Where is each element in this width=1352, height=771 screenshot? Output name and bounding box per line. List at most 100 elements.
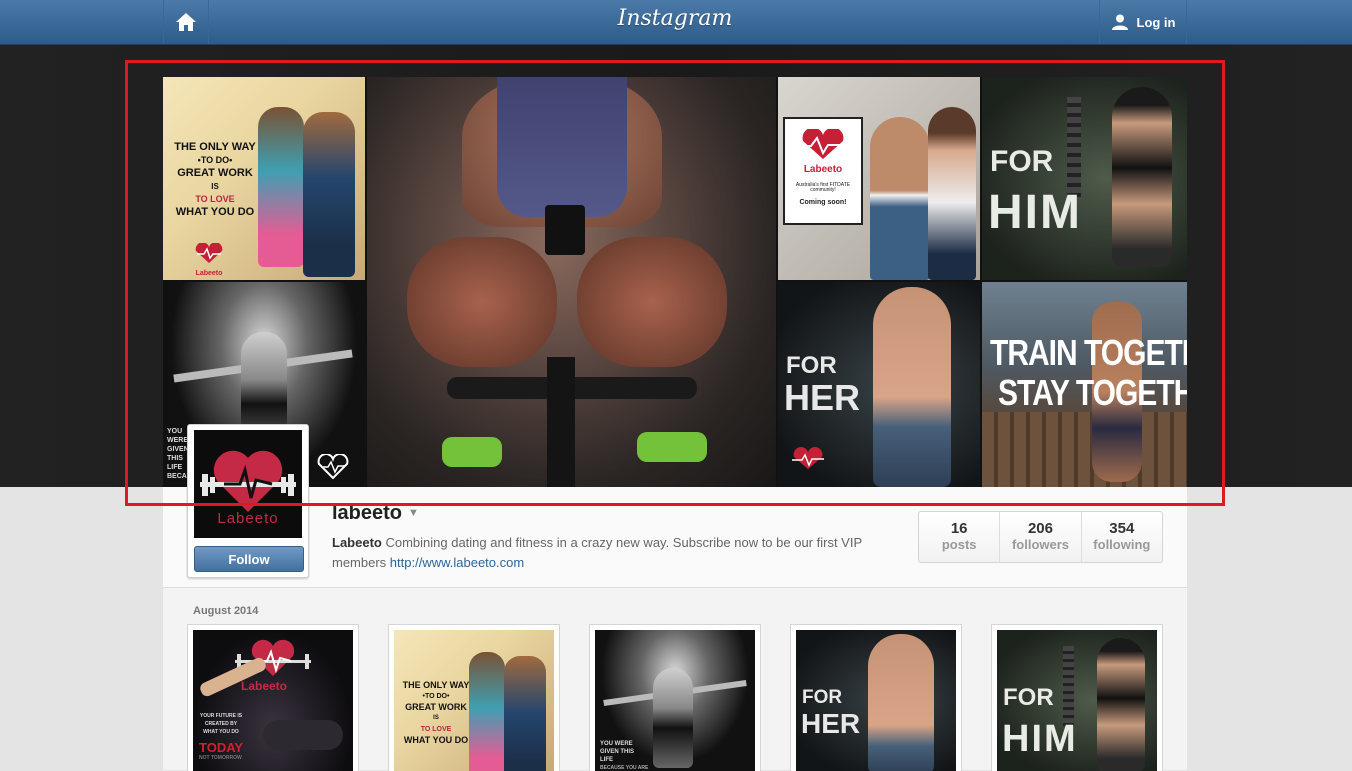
profile-bio: Labeeto Combining dating and fitness in … xyxy=(332,533,892,573)
profile-photo-mosaic: THE ONLY WAY •TO DO• GREAT WORK IS TO LO… xyxy=(163,77,1187,487)
login-button[interactable]: Log in xyxy=(1099,0,1187,44)
avatar[interactable]: Labeeto xyxy=(194,430,302,538)
quote-line-4: IS xyxy=(211,182,219,191)
coming-soon-text: Coming soon! xyxy=(799,199,847,206)
stat-followers[interactable]: 206 followers xyxy=(1000,512,1082,562)
instagram-logo[interactable]: Instagram xyxy=(163,6,1187,31)
thumb-quote-line-3: GREAT WORK xyxy=(405,702,467,712)
thumb-strength-text-2: BECAUSE YOU ARE xyxy=(600,765,649,771)
thumb-for-him-line1: FOR xyxy=(1003,684,1054,711)
stat-following-count: 354 xyxy=(1109,520,1135,537)
thumb-not-tomorrow: NOT TOMORROW xyxy=(199,755,242,761)
thumb-quote-line-6: WHAT YOU DO xyxy=(403,735,469,745)
thumbnail-image: FOR HER xyxy=(796,630,956,771)
coming-soon-tagline: Australia's first FITDATE community! xyxy=(795,182,851,193)
stat-following-label: following xyxy=(1093,537,1151,552)
chevron-down-icon[interactable]: ▼ xyxy=(408,507,419,519)
bio-link[interactable]: http://www.labeeto.com xyxy=(390,555,524,570)
photo-deck xyxy=(982,412,1187,487)
thumbnail-image: YOU WERE GIVEN THIS LIFE BECAUSE YOU ARE xyxy=(595,630,755,771)
mosaic-tile-gym-selfie[interactable] xyxy=(367,77,776,487)
photo-figure-woman xyxy=(258,107,304,267)
mosaic-tile-quote[interactable]: THE ONLY WAY •TO DO• GREAT WORK IS TO LO… xyxy=(163,77,365,280)
username-text: labeeto xyxy=(332,502,403,524)
profile-avatar-card: Labeeto Follow xyxy=(187,424,309,578)
stay-together-text: STAY TOGETHER xyxy=(998,373,1187,414)
thumbnail-image: Labeeto YOUR FUTURE IS CREATED BY WHAT Y… xyxy=(193,630,353,771)
mosaic-tile-for-him[interactable]: FOR HIM xyxy=(982,77,1187,280)
strength-quote: YOU WERE GIVEN THIS LIFE BECAUSE YOU ARE… xyxy=(167,428,189,480)
photo-bench-post xyxy=(547,357,575,487)
feed-thumbnail[interactable]: FOR HIM xyxy=(991,624,1163,771)
photo-figure-man xyxy=(504,656,546,771)
stat-followers-label: followers xyxy=(1011,537,1070,552)
quote-text: THE ONLY WAY •TO DO• GREAT WORK IS TO LO… xyxy=(167,141,263,219)
thumb-quote-line-1: THE ONLY WAY xyxy=(402,680,470,690)
feed-month-heading: August 2014 xyxy=(193,605,259,617)
feed-thumbnail[interactable]: Labeeto YOUR FUTURE IS CREATED BY WHAT Y… xyxy=(187,624,359,771)
heart-icon xyxy=(797,129,849,159)
photo-figure-man xyxy=(873,287,951,487)
stat-followers-count: 206 xyxy=(1027,520,1053,537)
labeeto-small-text: Labeeto xyxy=(195,270,223,277)
stat-posts-count: 16 xyxy=(950,520,968,537)
coming-soon-brand: Labeeto xyxy=(803,164,843,175)
photo-tanktop xyxy=(497,77,627,217)
top-navigation-bar: Instagram Log in xyxy=(0,0,1352,45)
login-label: Log in xyxy=(1136,14,1176,30)
stat-posts-label: posts xyxy=(941,537,977,552)
feed-thumbnail[interactable]: THE ONLY WAY •TO DO• GREAT WORK IS TO LO… xyxy=(388,624,560,771)
quote-line-2: •TO DO• xyxy=(197,155,233,165)
heart-icon xyxy=(195,242,223,263)
photo-chain xyxy=(1067,97,1081,197)
bio-name: Labeeto xyxy=(332,535,382,550)
thumb-quote: YOUR FUTURE IS CREATED BY WHAT YOU DO xyxy=(199,713,243,735)
photo-figure-man xyxy=(870,117,930,280)
labeeto-heart-icon xyxy=(792,447,824,469)
stat-following[interactable]: 354 following xyxy=(1082,512,1162,562)
profile-username[interactable]: labeeto ▼ xyxy=(332,502,419,525)
thumbnail-image: THE ONLY WAY •TO DO• GREAT WORK IS TO LO… xyxy=(394,630,554,771)
thumb-for-her-line2: HER xyxy=(801,708,861,739)
profile-stats: 16 posts 206 followers 354 following xyxy=(918,511,1163,563)
photo-figure xyxy=(263,720,343,750)
thumb-brand: Labeeto xyxy=(241,679,288,693)
thumb-quote-text: THE ONLY WAY •TO DO• GREAT WORK IS TO LO… xyxy=(396,680,476,746)
photo-figure-woman xyxy=(928,107,976,280)
photo-right-leg xyxy=(577,237,727,367)
mosaic-tile-for-her[interactable]: FOR HER xyxy=(778,282,980,487)
stat-posts[interactable]: 16 posts xyxy=(919,512,1001,562)
user-icon xyxy=(1111,14,1128,30)
thumb-quote-line-2: •TO DO• xyxy=(422,693,450,700)
coming-soon-sign: Labeeto Australia's first FITDATE commun… xyxy=(783,117,863,225)
photo-chain xyxy=(1063,646,1074,726)
photo-figure-woman xyxy=(1112,87,1172,267)
quote-line-6: WHAT YOU DO xyxy=(175,206,255,218)
follow-button[interactable]: Follow xyxy=(194,546,304,572)
mosaic-tile-coming-soon[interactable]: Labeeto Australia's first FITDATE commun… xyxy=(778,77,980,280)
quote-line-5: TO LOVE xyxy=(195,194,235,204)
thumbnail-image: FOR HIM xyxy=(997,630,1157,771)
thumb-strength-text: YOU WERE GIVEN THIS LIFE xyxy=(600,741,635,763)
mosaic-tile-train-together[interactable]: TRAIN TOGETHER STAY TOGETHER xyxy=(982,282,1187,487)
thumb-quote-line-5: TO LOVE xyxy=(420,726,452,733)
thumb-for-him-line2: HIM xyxy=(1002,718,1078,760)
thumb-quote-line-4: IS xyxy=(433,715,439,721)
for-her-line1: FOR xyxy=(786,352,837,379)
quote-line-3: GREAT WORK xyxy=(177,167,253,179)
quote-line-1: THE ONLY WAY xyxy=(174,141,256,153)
photo-right-shoe xyxy=(637,432,707,462)
top-bar-inner: Instagram Log in xyxy=(163,0,1187,44)
for-her-line2: HER xyxy=(784,377,861,418)
feed-thumbnail[interactable]: YOU WERE GIVEN THIS LIFE BECAUSE YOU ARE xyxy=(589,624,761,771)
for-him-line1: FOR xyxy=(990,145,1054,178)
avatar-brand-text: Labeeto xyxy=(217,510,279,527)
labeeto-mark-icon xyxy=(317,454,349,480)
labeeto-logo-small: Labeeto xyxy=(191,242,227,277)
thumb-for-her-line1: FOR xyxy=(802,687,843,708)
photo-left-shoe xyxy=(442,437,502,467)
photo-figure xyxy=(653,668,693,768)
train-together-text: TRAIN TOGETHER xyxy=(990,333,1187,374)
feed-thumbnail[interactable]: FOR HER xyxy=(790,624,962,771)
thumb-today: TODAY xyxy=(199,740,244,755)
